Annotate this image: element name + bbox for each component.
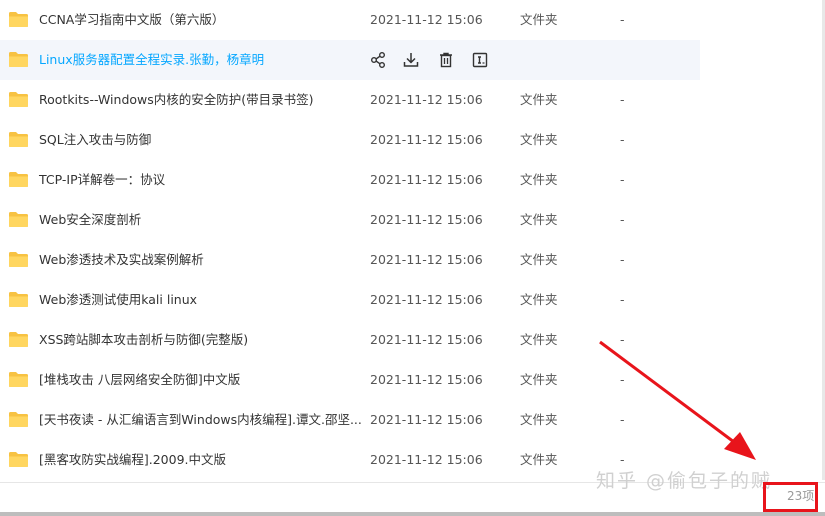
bottom-edge xyxy=(0,512,825,516)
annotation-arrow xyxy=(599,340,756,460)
watermark: 知乎 @偷包子的贼 xyxy=(596,470,773,492)
item-count: 23项 xyxy=(787,489,815,503)
